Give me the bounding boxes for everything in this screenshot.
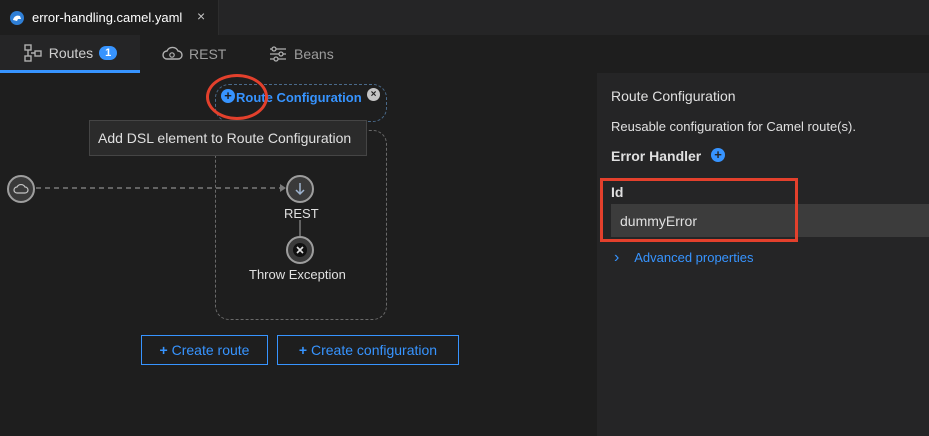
cloud-hand-icon [13,183,29,194]
create-configuration-label: Create configuration [311,342,438,358]
rest-cloud-icon [162,46,183,60]
routes-count-badge: 1 [99,45,118,60]
add-error-handler-icon[interactable]: + [711,148,725,162]
arrow-down-icon [295,183,305,196]
camel-file-icon [10,11,24,25]
panel-description: Reusable configuration for Camel route(s… [611,119,856,134]
routes-icon [24,43,42,62]
create-configuration-button[interactable]: + Create configuration [277,335,459,365]
tab-routes[interactable]: Routes 1 [0,35,140,73]
advanced-properties-label: Advanced properties [634,250,754,265]
tab-beans[interactable]: Beans [268,35,334,73]
plus-icon: + [298,342,308,358]
plus-icon: + [159,342,168,358]
throw-exception-label: Throw Exception [249,267,346,282]
delete-route-configuration-icon[interactable]: × [367,88,380,101]
tab-routes-label: Routes [48,44,94,61]
tab-beans-label: Beans [294,46,334,62]
tab-rest[interactable]: REST [161,35,226,73]
x-circle-icon [293,243,307,257]
tooltip: Add DSL element to Route Configuration [89,120,367,156]
editor-tab-filename: error-handling.camel.yaml [32,10,183,25]
rest-node[interactable] [286,175,314,203]
beans-sliders-icon [270,46,286,62]
tab-rest-label: REST [189,46,227,62]
error-handler-label: Error Handler [611,148,702,164]
throw-exception-node[interactable] [286,236,314,264]
panel-title: Route Configuration [611,88,736,104]
create-route-label: Create route [171,342,250,358]
editor-tab[interactable]: error-handling.camel.yaml × [0,0,219,35]
rest-node-label: REST [284,206,319,221]
create-route-button[interactable]: + Create route [141,335,268,365]
id-highlight-annotation [600,178,798,242]
designer-tabs: Routes 1 REST Beans [0,35,929,73]
route-start-node[interactable] [7,175,35,203]
chevron-right-icon: › [614,249,620,266]
close-icon[interactable]: × [197,8,205,24]
advanced-properties-toggle[interactable]: › Advanced properties [614,249,753,267]
route-configuration-container[interactable] [215,130,387,320]
highlight-circle-annotation [206,74,268,120]
